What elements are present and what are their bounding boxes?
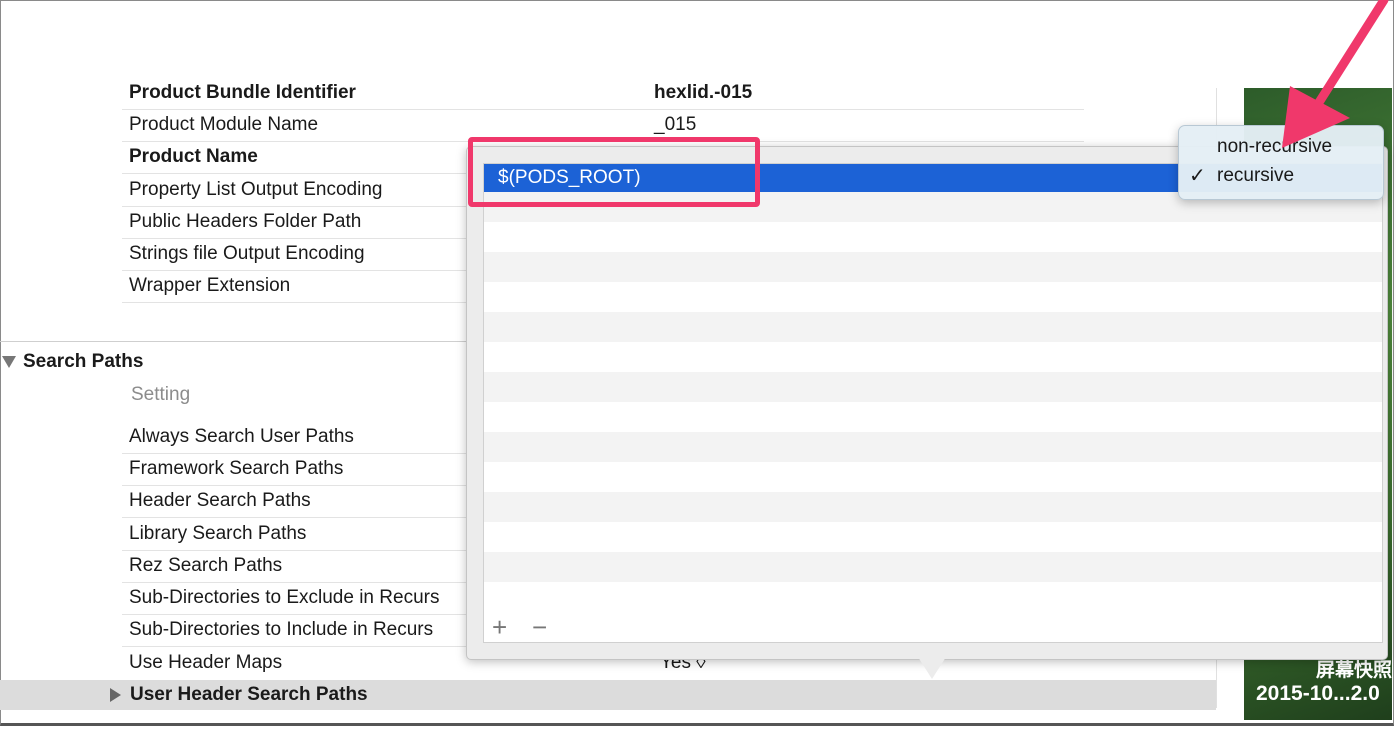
annotation-arrow-icon xyxy=(1282,0,1389,148)
